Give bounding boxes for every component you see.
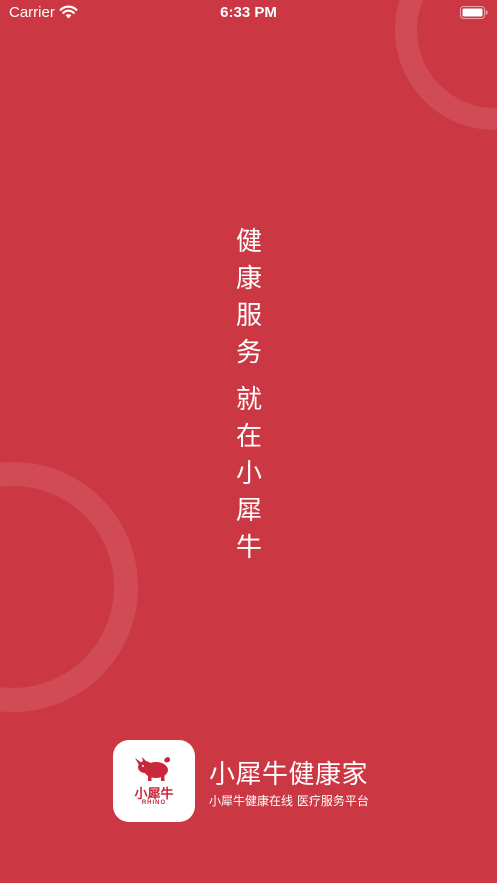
app-name: 小犀牛健康家	[209, 760, 369, 790]
slogan-line-2: 就在小犀牛	[235, 385, 262, 563]
status-bar: Carrier 6:33 PM	[0, 0, 497, 26]
logo-text-en: RHINO	[141, 800, 167, 806]
decorative-ring-left	[0, 462, 138, 712]
slogan-vertical: 健康服务 就在小犀牛	[230, 224, 268, 567]
splash-screen: Carrier 6:33 PM 健康服务 就在小犀牛 小犀牛 RHINO 小犀牛…	[0, 0, 497, 883]
slogan-line-1: 健康服务	[235, 227, 262, 368]
brand-block: 小犀牛 RHINO 小犀牛健康家 小犀牛健康在线 医疗服务平台	[113, 740, 413, 822]
app-logo: 小犀牛 RHINO	[113, 740, 195, 822]
clock-time: 6:33 PM	[220, 4, 277, 21]
rhino-icon	[135, 757, 170, 781]
app-tagline: 小犀牛健康在线 医疗服务平台	[209, 794, 369, 808]
battery-icon	[460, 6, 488, 19]
